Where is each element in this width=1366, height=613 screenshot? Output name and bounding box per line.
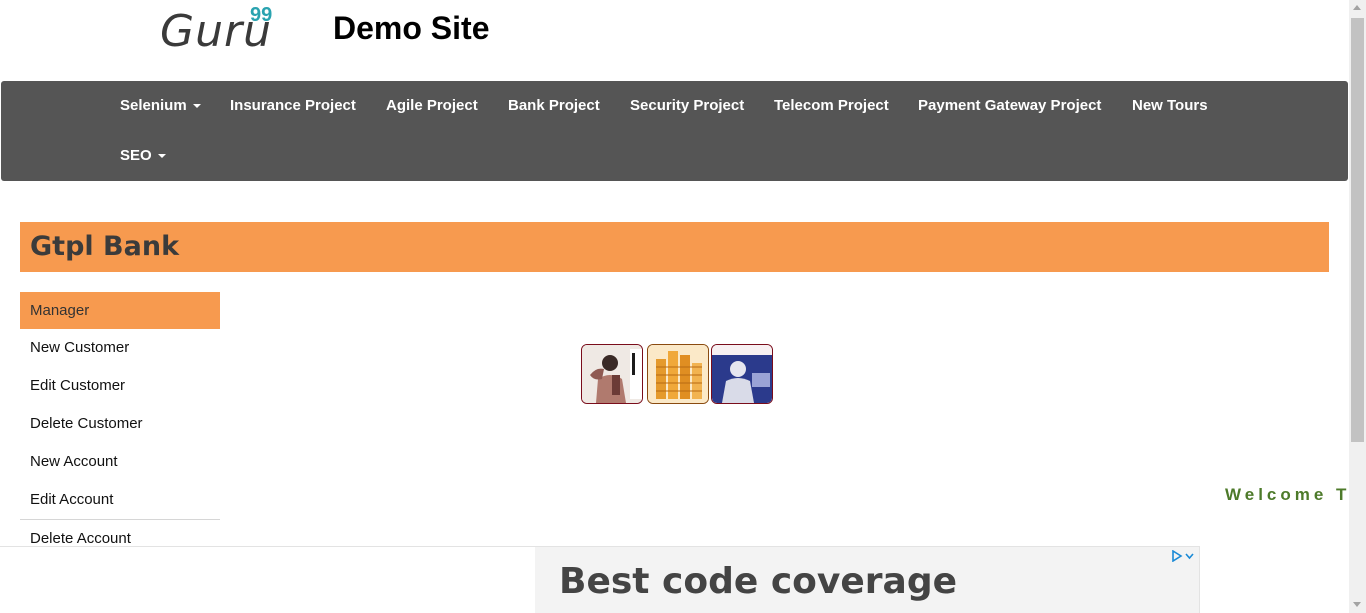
nav-label: Agile Project [386,97,478,114]
coins-stack-image [647,344,709,404]
vertical-scrollbar[interactable] [1349,0,1366,613]
nav-new-tours[interactable]: New Tours [1132,97,1208,114]
ad-headline[interactable]: Best code coverage [559,561,957,602]
nav-label: New Tours [1132,97,1208,114]
site-header: Guru 99 Demo Site [0,0,1349,80]
side-menu: Manager New Customer Edit Customer Delet… [20,292,220,558]
nav-payment-gateway-project[interactable]: Payment Gateway Project [918,97,1101,114]
caret-down-icon [157,154,166,159]
nav-label: Security Project [630,97,745,114]
welcome-marquee: Welcome T [1225,485,1351,504]
nav-label: Payment Gateway Project [918,97,1102,114]
ad-choices-icon[interactable] [1171,549,1195,565]
nav-label: Insurance Project [230,97,356,114]
menu-item-manager[interactable]: Manager [20,292,220,329]
main-navbar: Selenium Insurance Project Agile Project… [1,81,1348,181]
nav-label: Bank Project [508,97,600,114]
bank-title: Gtpl Bank [30,231,180,262]
menu-item-edit-customer[interactable]: Edit Customer [20,367,220,405]
caret-down-icon [192,104,201,109]
nav-telecom-project[interactable]: Telecom Project [774,97,889,114]
bank-banner: Gtpl Bank [20,222,1329,272]
person-computer-image [711,344,773,404]
nav-insurance-project[interactable]: Insurance Project [230,97,356,114]
menu-item-new-customer[interactable]: New Customer [20,329,220,367]
logo-superscript: 99 [250,4,273,26]
nav-seo[interactable]: SEO [120,147,166,164]
nav-selenium[interactable]: Selenium [120,97,201,114]
nav-bank-project[interactable]: Bank Project [508,97,600,114]
person-phone-image [581,344,643,404]
menu-item-delete-customer[interactable]: Delete Customer [20,405,220,443]
scroll-up-icon[interactable] [1353,5,1361,10]
nav-agile-project[interactable]: Agile Project [386,97,478,114]
menu-item-new-account[interactable]: New Account [20,443,220,481]
nav-label: SEO [120,147,152,164]
nav-label: Selenium [120,97,187,114]
menu-item-edit-account[interactable]: Edit Account [20,481,220,519]
site-title: Demo Site [333,10,490,46]
scroll-down-icon[interactable] [1353,602,1361,607]
nav-label: Telecom Project [774,97,889,114]
nav-security-project[interactable]: Security Project [630,97,744,114]
scrollbar-thumb[interactable] [1351,18,1364,442]
ad-banner[interactable]: Best code coverage [0,546,1200,613]
ad-content[interactable]: Best code coverage [535,547,1199,613]
bank-images [580,341,774,405]
